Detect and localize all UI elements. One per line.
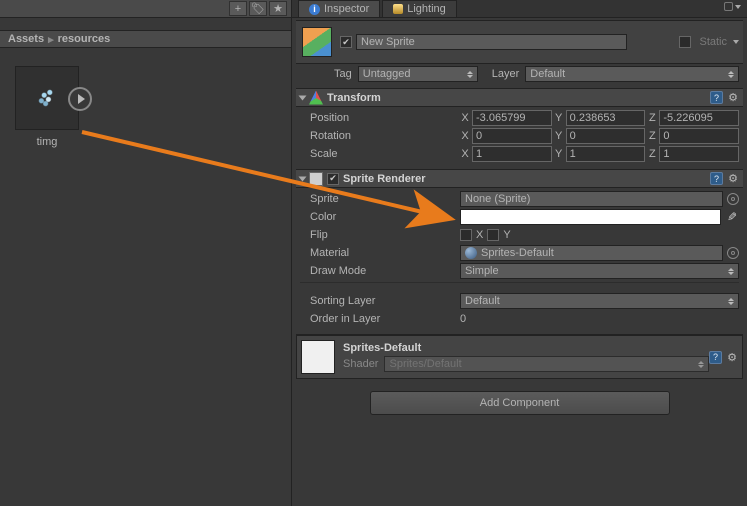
gear-icon[interactable]: [727, 92, 739, 104]
order-in-layer-field[interactable]: 0: [460, 313, 739, 325]
sprite-component-icon: [309, 172, 323, 186]
transform-component: Transform ? Position X-3.065799 Y0.23865…: [296, 88, 743, 169]
asset-thumbnail[interactable]: [15, 66, 79, 130]
breadcrumb-folder[interactable]: resources: [58, 33, 111, 45]
name-field[interactable]: New Sprite: [356, 34, 627, 50]
sprite-field[interactable]: None (Sprite): [460, 191, 723, 207]
flip-x-checkbox[interactable]: [460, 229, 472, 241]
object-picker-icon[interactable]: [727, 247, 739, 259]
sprite-renderer-header[interactable]: Sprite Renderer ?: [296, 170, 743, 188]
help-icon[interactable]: ?: [710, 91, 723, 104]
panel-controls: [724, 2, 741, 11]
gameobject-icon[interactable]: [302, 27, 332, 57]
help-icon[interactable]: ?: [709, 351, 722, 364]
sprite-renderer-enabled-checkbox[interactable]: [327, 173, 339, 185]
static-label: Static: [699, 36, 727, 48]
asset-item[interactable]: timg: [14, 66, 80, 148]
sprite-renderer-title: Sprite Renderer: [343, 173, 426, 185]
material-preview-icon: [301, 340, 335, 374]
tag-label: Tag: [334, 68, 352, 80]
transform-title: Transform: [327, 92, 381, 104]
color-label: Color: [300, 211, 460, 223]
asset-name: timg: [37, 136, 58, 148]
material-ball-icon: [465, 247, 477, 259]
position-z-field[interactable]: -5.226095: [659, 110, 739, 126]
object-picker-icon[interactable]: [727, 193, 739, 205]
material-name: Sprites-Default: [343, 342, 709, 354]
help-icon[interactable]: ?: [710, 172, 723, 185]
transform-axes-icon: [309, 91, 323, 105]
flip-label: Flip: [300, 229, 460, 241]
eyedropper-icon[interactable]: [725, 210, 739, 224]
position-label: Position: [300, 112, 460, 124]
layer-dropdown[interactable]: Default: [525, 66, 739, 82]
tag-dropdown[interactable]: Untagged: [358, 66, 478, 82]
scale-z-field[interactable]: 1: [659, 146, 739, 162]
gear-icon[interactable]: [727, 173, 739, 185]
shader-label: Shader: [343, 358, 378, 370]
position-y-field[interactable]: 0.238653: [566, 110, 646, 126]
sprite-renderer-component: Sprite Renderer ? Sprite None (Sprite) C…: [296, 169, 743, 334]
sprite-label: Sprite: [300, 193, 460, 205]
drawmode-dropdown[interactable]: Simple: [460, 263, 739, 279]
material-label: Material: [300, 247, 460, 259]
breadcrumb-root[interactable]: Assets: [8, 33, 44, 45]
flip-y-checkbox[interactable]: [487, 229, 499, 241]
rotation-label: Rotation: [300, 130, 460, 142]
toolbar-tag-icon[interactable]: 🏷: [249, 1, 267, 16]
rotation-x-field[interactable]: 0: [472, 128, 552, 144]
sparkle-preview-icon: [33, 84, 61, 112]
scale-y-field[interactable]: 1: [566, 146, 646, 162]
order-in-layer-label: Order in Layer: [300, 313, 460, 325]
tab-inspector[interactable]: i Inspector: [298, 0, 380, 17]
app-root: + 🏷 ★ Assets ▸ resources timg i Inspect: [0, 0, 747, 506]
foldout-icon[interactable]: [299, 176, 307, 181]
tag-layer-row: Tag Untagged Layer Default: [296, 64, 743, 88]
material-section: Sprites-Default Shader Sprites/Default ?: [296, 334, 743, 379]
shader-dropdown[interactable]: Sprites/Default: [384, 356, 709, 372]
inspector-panel: i Inspector Lighting New Sprite: [292, 0, 747, 506]
toolbar-star-icon[interactable]: ★: [269, 1, 287, 16]
position-x-field[interactable]: -3.065799: [472, 110, 552, 126]
color-field[interactable]: [460, 209, 721, 225]
play-icon[interactable]: [68, 87, 92, 111]
static-checkbox[interactable]: [679, 36, 691, 48]
rotation-y-field[interactable]: 0: [566, 128, 646, 144]
panel-menu-icon[interactable]: [735, 5, 741, 9]
foldout-icon[interactable]: [299, 95, 307, 100]
transform-header[interactable]: Transform ?: [296, 89, 743, 107]
project-panel: + 🏷 ★ Assets ▸ resources timg: [0, 0, 292, 506]
chevron-right-icon: ▸: [48, 33, 54, 46]
layer-label: Layer: [492, 68, 520, 80]
sorting-layer-dropdown[interactable]: Default: [460, 293, 739, 309]
add-component-button[interactable]: Add Component: [370, 391, 670, 415]
scale-label: Scale: [300, 148, 460, 160]
tab-inspector-label: Inspector: [324, 3, 369, 15]
inspector-body: New Sprite Static Tag Untagged Layer Def…: [292, 18, 747, 506]
static-dropdown-icon[interactable]: [733, 40, 739, 44]
assets-grid[interactable]: timg: [0, 48, 291, 506]
toolbar-plus-icon[interactable]: +: [229, 1, 247, 16]
material-header[interactable]: Sprites-Default Shader Sprites/Default ?: [296, 335, 743, 379]
rotation-row: Rotation X0 Y0 Z0: [300, 127, 739, 145]
drawmode-label: Draw Mode: [300, 265, 460, 277]
info-icon: i: [309, 4, 320, 15]
sorting-layer-label: Sorting Layer: [300, 295, 460, 307]
tab-lighting[interactable]: Lighting: [382, 0, 457, 17]
tab-lighting-label: Lighting: [407, 3, 446, 15]
material-field[interactable]: Sprites-Default: [460, 245, 723, 261]
sun-icon: [393, 4, 403, 14]
position-row: Position X-3.065799 Y0.238653 Z-5.226095: [300, 109, 739, 127]
gameobject-header: New Sprite Static: [296, 20, 743, 64]
lock-icon[interactable]: [724, 2, 733, 11]
inspector-tabbar: i Inspector Lighting: [292, 0, 747, 18]
active-checkbox[interactable]: [340, 36, 352, 48]
gear-icon[interactable]: [726, 351, 738, 363]
breadcrumb[interactable]: Assets ▸ resources: [0, 30, 291, 48]
scale-x-field[interactable]: 1: [472, 146, 552, 162]
project-toolbar: + 🏷 ★: [0, 0, 291, 18]
rotation-z-field[interactable]: 0: [659, 128, 739, 144]
scale-row: Scale X1 Y1 Z1: [300, 145, 739, 163]
